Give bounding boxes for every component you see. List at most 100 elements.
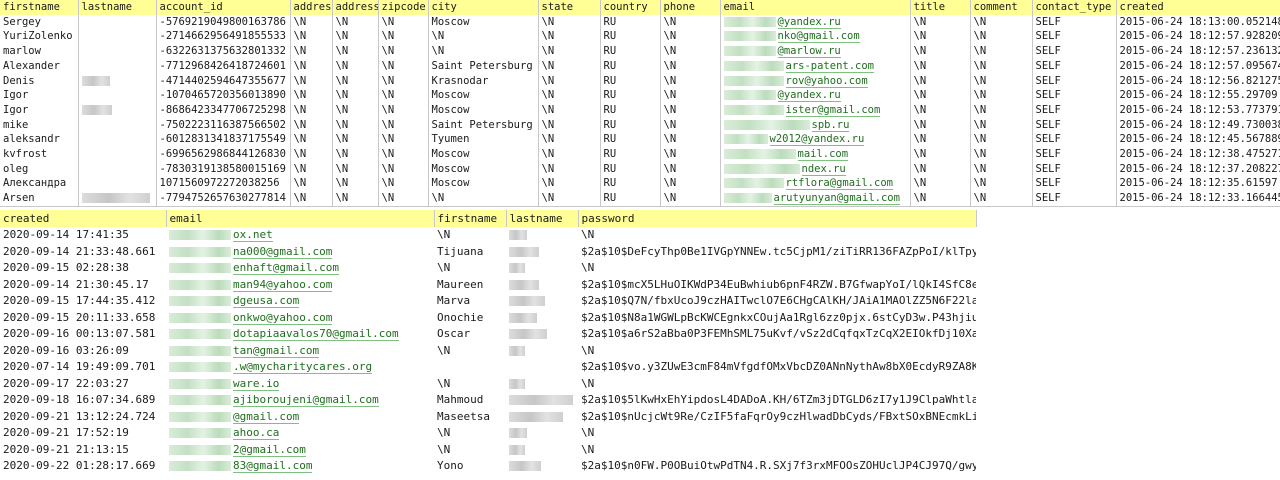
cell-email[interactable]: @gmail.com [166, 409, 434, 426]
cell-email[interactable]: 83@gmail.com [166, 458, 434, 475]
cell-created[interactable]: 2015-06-24 18:12:57.236132 [1116, 44, 1280, 59]
cell-contact-type[interactable]: SELF [1032, 73, 1117, 89]
cell-state[interactable]: \N [538, 102, 601, 118]
cell-title[interactable]: \N [910, 58, 971, 74]
table-row[interactable]: 2020-09-18 16:07:34.689 ajiboroujeni@gmai… [0, 392, 976, 409]
cell-contact-type[interactable]: SELF [1032, 58, 1117, 74]
cell-lastname[interactable] [78, 191, 157, 207]
cell-created[interactable]: 2015-06-24 18:12:33.166445 [1116, 191, 1280, 207]
cell-zipcode[interactable]: \N [378, 88, 429, 103]
column-header-email[interactable]: email [720, 0, 911, 15]
cell-city[interactable]: Saint Petersburg [428, 58, 539, 74]
cell-country[interactable]: RU [600, 73, 661, 89]
table-row[interactable]: 2020-09-16 00:13:07.581 dotapiaavalos70@g… [0, 326, 976, 343]
cell-firstname[interactable]: Maureen [434, 277, 506, 294]
cell-created[interactable]: 2020-09-21 21:13:15 [0, 442, 166, 459]
table-row[interactable]: Denis -4714402594647355677 \N \N \N Krasnodar… [0, 73, 1280, 89]
cell-phone[interactable]: \N [660, 44, 721, 59]
cell-comment[interactable]: \N [970, 117, 1033, 133]
cell-created[interactable]: 2015-06-24 18:12:57.095674 [1116, 58, 1280, 74]
cell-lastname[interactable] [78, 58, 157, 74]
cell-comment[interactable]: \N [970, 191, 1033, 207]
cell-email[interactable]: 2@gmail.com [166, 442, 434, 459]
cell-country[interactable]: RU [600, 88, 661, 103]
cell-firstname[interactable]: mike [0, 117, 79, 133]
cell-lastname[interactable] [78, 88, 157, 103]
cell-email[interactable]: ware.io [166, 376, 434, 393]
cell-state[interactable]: \N [538, 29, 601, 45]
cell-address-[interactable]: \N [332, 117, 379, 133]
cell-country[interactable]: RU [600, 161, 661, 177]
cell-address-[interactable]: \N [332, 73, 379, 89]
cell-firstname[interactable]: Onochie [434, 310, 506, 327]
cell-phone[interactable]: \N [660, 132, 721, 148]
cell-password[interactable]: $2a$10$a6rS2aBba0P3FEMhSML75uKvf/vSz2dCq… [578, 326, 976, 343]
cell-address[interactable]: \N [290, 58, 333, 74]
cell-city[interactable]: Moscow [428, 147, 539, 162]
cell-firstname[interactable]: \N [434, 442, 506, 459]
cell-email[interactable]: ahoo.ca [166, 425, 434, 442]
table-row[interactable]: Александра 1071560972272038256 \N \N \N Mosco… [0, 176, 1280, 192]
cell-city[interactable]: \N [428, 191, 539, 207]
cell-created[interactable]: 2020-09-22 01:28:17.669 [0, 458, 166, 475]
cell-account-id[interactable]: -5769219049800163786 [156, 14, 291, 30]
cell-address-[interactable]: \N [332, 102, 379, 118]
cell-address-[interactable]: \N [332, 176, 379, 192]
column-header-title[interactable]: title [910, 0, 971, 15]
cell-contact-type[interactable]: SELF [1032, 117, 1117, 133]
table-row[interactable]: kvfrost -6996562986844126830 \N \N \N Moscow \… [0, 147, 1280, 162]
cell-lastname[interactable] [506, 277, 578, 294]
cell-phone[interactable]: \N [660, 147, 721, 162]
table-row[interactable]: aleksandr -6012831341837175549 \N \N \N Tyume… [0, 132, 1280, 148]
cell-email[interactable]: ox.net [166, 227, 434, 244]
cell-comment[interactable]: \N [970, 73, 1033, 89]
cell-state[interactable]: \N [538, 147, 601, 162]
table-row[interactable]: Igor -8686423347706725298 \N \N \N Moscow \N RU… [0, 102, 1280, 118]
column-header-password[interactable]: password [578, 210, 977, 227]
cell-city[interactable]: Tyumen [428, 132, 539, 148]
cell-firstname[interactable]: Denis [0, 73, 79, 89]
cell-lastname[interactable] [506, 359, 578, 376]
cell-created[interactable]: 2020-09-15 20:11:33.658 [0, 310, 166, 327]
cell-lastname[interactable] [78, 132, 157, 148]
cell-contact-type[interactable]: SELF [1032, 29, 1117, 45]
cell-contact-type[interactable]: SELF [1032, 132, 1117, 148]
cell-firstname[interactable]: Tijuana [434, 244, 506, 261]
cell-account-id[interactable]: 1071560972272038256 [156, 176, 291, 192]
cell-phone[interactable]: \N [660, 73, 721, 89]
cell-zipcode[interactable]: \N [378, 132, 429, 148]
cell-address[interactable]: \N [290, 44, 333, 59]
cell-phone[interactable]: \N [660, 88, 721, 103]
cell-title[interactable]: \N [910, 147, 971, 162]
column-header-account-id[interactable]: account_id [156, 0, 291, 15]
cell-title[interactable]: \N [910, 132, 971, 148]
cell-lastname[interactable] [506, 458, 578, 475]
cell-contact-type[interactable]: SELF [1032, 102, 1117, 118]
cell-password[interactable]: $2a$10$Q7N/fbxUcoJ9czHAITwclO7E6CHgCAlKH… [578, 293, 976, 310]
cell-address-[interactable]: \N [332, 88, 379, 103]
cell-created[interactable]: 2015-06-24 18:12:49.730038 [1116, 117, 1280, 133]
cell-lastname[interactable] [506, 392, 578, 409]
cell-account-id[interactable]: -8686423347706725298 [156, 102, 291, 118]
cell-country[interactable]: RU [600, 14, 661, 30]
cell-contact-type[interactable]: SELF [1032, 161, 1117, 177]
cell-contact-type[interactable]: SELF [1032, 176, 1117, 192]
cell-address[interactable]: \N [290, 102, 333, 118]
table-row[interactable]: 2020-09-21 13:12:24.724 @gmail.com Maseets… [0, 409, 976, 426]
cell-firstname[interactable]: \N [434, 376, 506, 393]
cell-lastname[interactable] [78, 14, 157, 30]
cell-lastname[interactable] [78, 147, 157, 162]
cell-country[interactable]: RU [600, 44, 661, 59]
cell-created[interactable]: 2015-06-24 18:12:57.928209 [1116, 29, 1280, 45]
table-row[interactable]: 2020-09-21 17:52:19 ahoo.ca \N \N [0, 425, 976, 442]
cell-title[interactable]: \N [910, 191, 971, 207]
cell-country[interactable]: RU [600, 132, 661, 148]
cell-comment[interactable]: \N [970, 102, 1033, 118]
table-row[interactable]: marlow -6322631375632801332 \N \N \N \N \N RU \N… [0, 44, 1280, 59]
cell-lastname[interactable] [506, 425, 578, 442]
cell-password[interactable]: $2a$10$N8a1WGWLpBcKWCEgnkxCOujAa1Rgl6zz0… [578, 310, 976, 327]
cell-state[interactable]: \N [538, 58, 601, 74]
cell-email[interactable]: dotapiaavalos70@gmail.com [166, 326, 434, 343]
column-header-address[interactable]: address [290, 0, 333, 15]
cell-lastname[interactable] [506, 376, 578, 393]
